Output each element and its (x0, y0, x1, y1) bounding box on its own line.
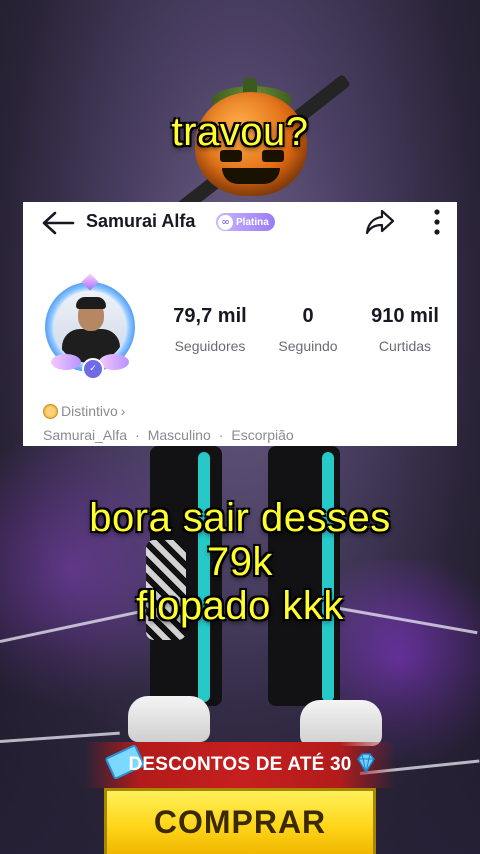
buy-button-label: COMPRAR (153, 804, 327, 840)
followers-count: 79,7 mil (173, 305, 247, 327)
avatar-wing-left-icon (51, 354, 81, 370)
info-separator: · (218, 427, 224, 443)
discount-text: DESCONTOS DE ATÉ 30 (128, 754, 352, 775)
caption-top: travou? (171, 110, 309, 154)
avatar[interactable]: ✓ (37, 273, 147, 386)
discount-ribbon: DESCONTOS DE ATÉ 30 (84, 742, 396, 788)
following-count: 0 (302, 305, 314, 327)
avatar-photo (54, 291, 126, 363)
stat-followers[interactable]: 79,7 mil Seguidores (160, 304, 260, 354)
caption-bottom: bora sair desses 79k flopado kkk (0, 496, 480, 628)
platina-badge-icon: ∞ (218, 214, 233, 230)
profile-gender: Masculino (147, 427, 211, 443)
profile-username: Samurai Alfa (86, 211, 196, 231)
following-label: Seguindo (278, 338, 338, 354)
share-icon[interactable] (365, 208, 395, 236)
caption-bottom-line-2: 79k (207, 540, 273, 584)
chevron-right-icon: › (120, 403, 126, 419)
distintivo-link[interactable]: Distintivo › (43, 403, 125, 419)
likes-label: Curtidas (378, 338, 432, 354)
avatar-level-badge-icon: ✓ (82, 358, 104, 380)
profile-handle: Samurai_Alfa (43, 427, 128, 443)
caption-bottom-line-1: bora sair desses (89, 496, 391, 540)
followers-label: Seguidores (174, 338, 246, 354)
profile-info-line: Samurai_Alfa · Masculino · Escorpião (43, 427, 294, 443)
profile-header: Samurai Alfa ∞ Platina (23, 202, 457, 242)
distintivo-coin-icon (43, 403, 58, 419)
character-shoe-right (300, 700, 382, 746)
more-vertical-icon[interactable] (427, 208, 447, 236)
distintivo-label: Distintivo (61, 403, 118, 419)
info-separator: · (135, 427, 140, 443)
diamond-icon (357, 753, 375, 774)
pumpkin-mouth (222, 168, 280, 184)
stat-likes[interactable]: 910 mil Curtidas (355, 304, 455, 354)
likes-count: 910 mil (371, 305, 439, 327)
profile-card: Samurai Alfa ∞ Platina ✓ 79,7 mil Seguid… (23, 202, 457, 446)
platina-badge: ∞ Platina (216, 213, 275, 231)
character-shoe-left (128, 696, 210, 742)
buy-button[interactable]: COMPRAR (104, 788, 376, 854)
caption-bottom-line-3: flopado kkk (136, 584, 344, 628)
profile-sign: Escorpião (231, 427, 294, 443)
platina-badge-label: Platina (236, 216, 269, 228)
back-arrow-icon[interactable] (41, 211, 75, 235)
stat-following[interactable]: 0 Seguindo (258, 304, 358, 354)
